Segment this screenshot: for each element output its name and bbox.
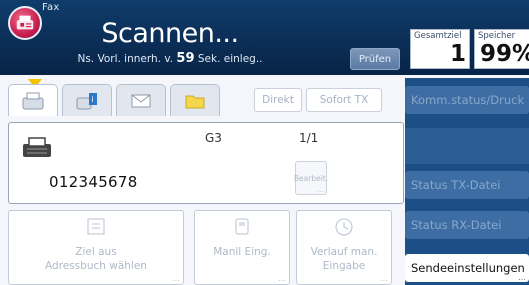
fax-machine-icon <box>22 92 44 109</box>
keypad-icon <box>235 218 249 235</box>
scan-instruction: Ns. Vorl. innerh. v. 59 Sek. einleg.. <box>0 51 340 66</box>
total-destinations-caption: Gesamtziel <box>414 31 462 41</box>
fax-screen: Fax Scannen... Ns. Vorl. innerh. v. 59 S… <box>0 0 529 285</box>
clock-icon <box>335 218 353 236</box>
select-from-address-book-button[interactable]: Ziel aus Adressbuch wählen … <box>8 210 184 285</box>
more-dots-icon: … <box>518 273 526 282</box>
address-book-icon-wrap <box>9 217 183 237</box>
memory-value: 99% <box>480 41 529 67</box>
immediate-tx-button[interactable]: Sofort TX <box>306 88 382 112</box>
folder-icon <box>185 95 205 108</box>
instruction-prefix: Ns. Vorl. innerh. v. <box>77 53 174 65</box>
page-count: 1/1 <box>299 131 319 145</box>
manual-entry-line1: Manll Eing. <box>213 246 271 258</box>
svg-text:i: i <box>92 95 94 104</box>
tx-file-status-button[interactable]: Status TX-Datei <box>405 171 529 199</box>
direct-button[interactable]: Direkt <box>254 88 302 112</box>
address-book-line1: Ziel aus <box>75 246 117 258</box>
tab-info-fax[interactable]: i <box>62 84 112 116</box>
manual-entry-icon-wrap <box>195 217 289 237</box>
tab-email[interactable] <box>116 84 166 116</box>
right-panel: Komm.status/Druck Status TX-Datei Status… <box>405 78 529 285</box>
header-bar: Fax Scannen... Ns. Vorl. innerh. v. 59 S… <box>0 0 529 75</box>
memory-caption: Speicher <box>478 31 516 41</box>
instruction-suffix: Sek. einleg.. <box>197 53 263 65</box>
history-icon-wrap <box>297 217 391 237</box>
history-manual-entry-button[interactable]: Verlauf man. Eingabe … <box>296 210 392 285</box>
history-line2: Eingabe <box>322 260 366 272</box>
transmission-mode: G3 <box>205 131 222 145</box>
tab-fax-machine[interactable] <box>8 84 58 116</box>
more-dots-icon: … <box>278 274 286 283</box>
instruction-seconds: 59 <box>176 51 195 66</box>
destination-number: 012345678 <box>49 173 138 191</box>
comm-status-print-button[interactable]: Komm.status/Druck <box>405 86 529 114</box>
destination-panel: G3 1/1 012345678 Bearbeit. … <box>8 122 404 204</box>
tab-folder[interactable] <box>170 84 220 116</box>
total-destinations-value: 1 <box>449 41 466 67</box>
more-dots-icon: … <box>380 274 388 283</box>
address-book-icon <box>87 218 105 235</box>
memory-counter: Speicher 99% <box>474 29 529 69</box>
total-destinations-counter: Gesamtziel 1 <box>410 29 470 69</box>
right-panel-divider <box>405 128 529 164</box>
edit-button[interactable]: Bearbeit. … <box>293 161 329 195</box>
send-settings-label: Sendeeinstellungen <box>411 261 525 275</box>
manual-entry-label: Manll Eing. <box>195 245 289 259</box>
envelope-icon <box>131 94 151 107</box>
edit-button-label: Bearbeit. <box>293 173 329 183</box>
manual-entry-button[interactable]: Manll Eing. … <box>194 210 290 285</box>
address-book-line2: Adressbuch wählen <box>45 260 147 272</box>
address-book-label: Ziel aus Adressbuch wählen <box>9 245 183 273</box>
history-label: Verlauf man. Eingabe <box>297 245 391 273</box>
fax-destination-icon <box>23 137 51 157</box>
rx-file-status-button[interactable]: Status RX-Datei <box>405 211 529 239</box>
check-button[interactable]: Prüfen <box>350 48 400 70</box>
history-line1: Verlauf man. <box>310 246 378 258</box>
send-settings-button[interactable]: Sendeeinstellungen … <box>405 254 529 282</box>
more-dots-icon: … <box>317 186 324 194</box>
app-name: Fax <box>42 2 60 13</box>
page-title: Scannen... <box>101 18 239 49</box>
more-dots-icon: … <box>172 274 180 283</box>
info-fax-icon: i <box>76 92 97 109</box>
